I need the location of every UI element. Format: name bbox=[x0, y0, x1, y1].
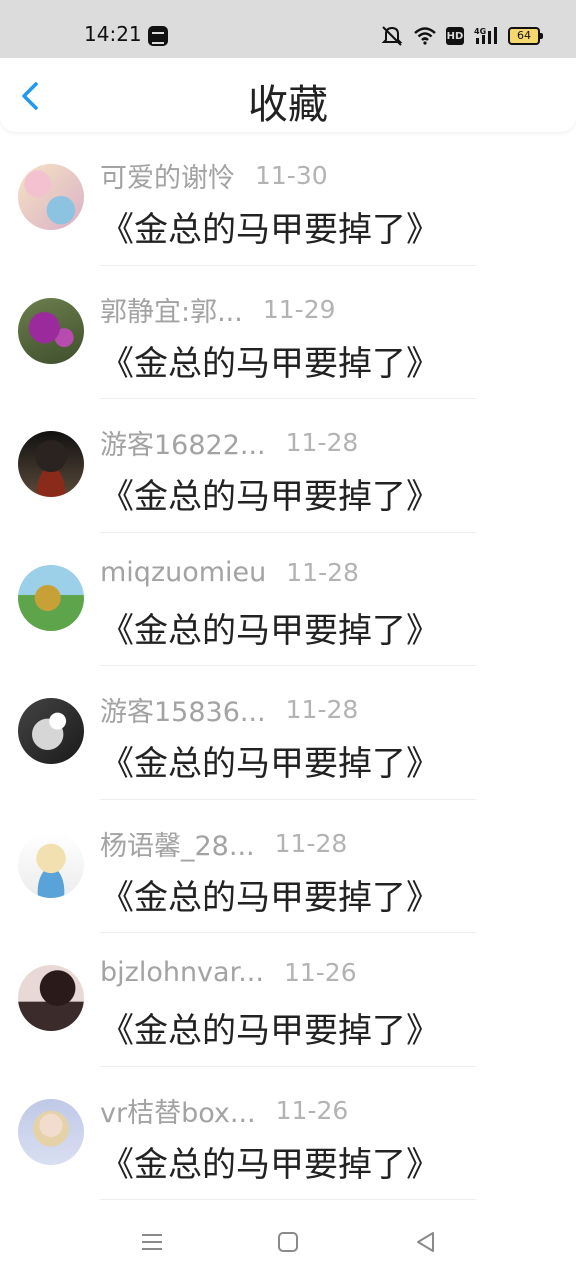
book-title: 《金总的马甲要掉了》 bbox=[100, 610, 440, 651]
user-name: 游客15836... bbox=[100, 697, 266, 728]
status-icons: HD 4G 64 bbox=[380, 24, 543, 48]
avatar[interactable] bbox=[18, 564, 84, 631]
date: 11-28 bbox=[286, 557, 359, 587]
item-meta: bjzlohnvar... 11-26 bbox=[100, 957, 357, 988]
avatar[interactable] bbox=[18, 164, 84, 230]
avatar[interactable] bbox=[18, 831, 84, 898]
book-title: 《金总的马甲要掉了》 bbox=[100, 477, 440, 517]
wifi-icon bbox=[414, 27, 436, 45]
list-item[interactable]: 杨语馨_28... 11-28 《金总的马甲要掉了》 bbox=[0, 800, 576, 933]
list-item[interactable]: bjzlohnvar... 11-26 《金总的马甲要掉了》 bbox=[0, 933, 576, 1067]
user-name: 可爱的谢怜 bbox=[100, 163, 235, 194]
user-name: 郭静宜:郭... bbox=[100, 296, 243, 328]
user-name: bjzlohnvar... bbox=[100, 957, 264, 988]
item-meta: 可爱的谢怜 11-30 bbox=[100, 156, 328, 195]
date: 11-30 bbox=[255, 161, 328, 190]
item-meta: 游客15836... 11-28 bbox=[100, 690, 358, 729]
book-title: 《金总的马甲要掉了》 bbox=[100, 343, 440, 384]
date: 11-29 bbox=[262, 294, 336, 324]
network-label: 4G bbox=[474, 27, 486, 36]
list-item[interactable]: miqzuomieu 11-28 《金总的马甲要掉了》 bbox=[0, 533, 576, 666]
status-time: 14:21 bbox=[84, 22, 142, 46]
book-title: 《金总的马甲要掉了》 bbox=[100, 1011, 440, 1051]
system-nav-bar bbox=[0, 1200, 576, 1280]
item-meta: 游客16822... 11-28 bbox=[100, 423, 358, 462]
list-item[interactable]: 可爱的谢怜 11-30 《金总的马甲要掉了》 bbox=[0, 132, 576, 266]
date: 11-26 bbox=[275, 1095, 349, 1125]
date: 11-28 bbox=[274, 828, 348, 858]
back-triangle-icon[interactable] bbox=[412, 1228, 440, 1256]
app-header: 收藏 bbox=[0, 58, 576, 132]
battery-icon: 64 bbox=[508, 27, 543, 45]
avatar[interactable] bbox=[18, 698, 84, 764]
date: 11-28 bbox=[285, 428, 359, 457]
book-title: 《金总的马甲要掉了》 bbox=[100, 210, 440, 250]
user-name: miqzuomieu bbox=[100, 556, 267, 588]
date: 11-28 bbox=[285, 695, 359, 724]
list-item[interactable]: vr桔替box... 11-26 《金总的马甲要掉了》 bbox=[0, 1067, 576, 1200]
item-meta: 杨语馨_28... 11-28 bbox=[100, 824, 347, 863]
avatar[interactable] bbox=[18, 297, 84, 364]
avatar[interactable] bbox=[18, 1098, 84, 1165]
avatar[interactable] bbox=[18, 965, 84, 1031]
item-meta: 郭静宜:郭... 11-29 bbox=[100, 290, 336, 329]
book-title: 《金总的马甲要掉了》 bbox=[100, 1144, 440, 1185]
favorites-list: 可爱的谢怜 11-30 《金总的马甲要掉了》 郭静宜:郭... 11-29 《金… bbox=[0, 132, 576, 1200]
list-item[interactable]: 游客16822... 11-28 《金总的马甲要掉了》 bbox=[0, 399, 576, 533]
book-title: 《金总的马甲要掉了》 bbox=[100, 877, 440, 918]
user-name: 杨语馨_28... bbox=[100, 830, 255, 862]
list-item[interactable]: 游客15836... 11-28 《金总的马甲要掉了》 bbox=[0, 666, 576, 800]
menu-icon[interactable] bbox=[138, 1228, 166, 1256]
signal-icon: 4G bbox=[474, 27, 497, 44]
item-meta: vr桔替box... 11-26 bbox=[100, 1091, 348, 1130]
book-title: 《金总的马甲要掉了》 bbox=[100, 744, 440, 784]
date: 11-26 bbox=[283, 958, 357, 987]
hd-badge: HD bbox=[446, 27, 464, 45]
status-bar: 14:21 HD 4G 64 bbox=[0, 0, 576, 58]
item-meta: miqzuomieu 11-28 bbox=[100, 557, 359, 588]
list-item[interactable]: 郭静宜:郭... 11-29 《金总的马甲要掉了》 bbox=[0, 266, 576, 399]
page-title: 收藏 bbox=[248, 82, 328, 128]
user-name: 游客16822... bbox=[100, 430, 266, 461]
mute-icon bbox=[381, 26, 403, 46]
user-name: vr桔替box... bbox=[100, 1097, 256, 1129]
home-icon[interactable] bbox=[274, 1228, 302, 1256]
avatar[interactable] bbox=[18, 431, 84, 497]
app-notification-icon bbox=[148, 26, 168, 46]
